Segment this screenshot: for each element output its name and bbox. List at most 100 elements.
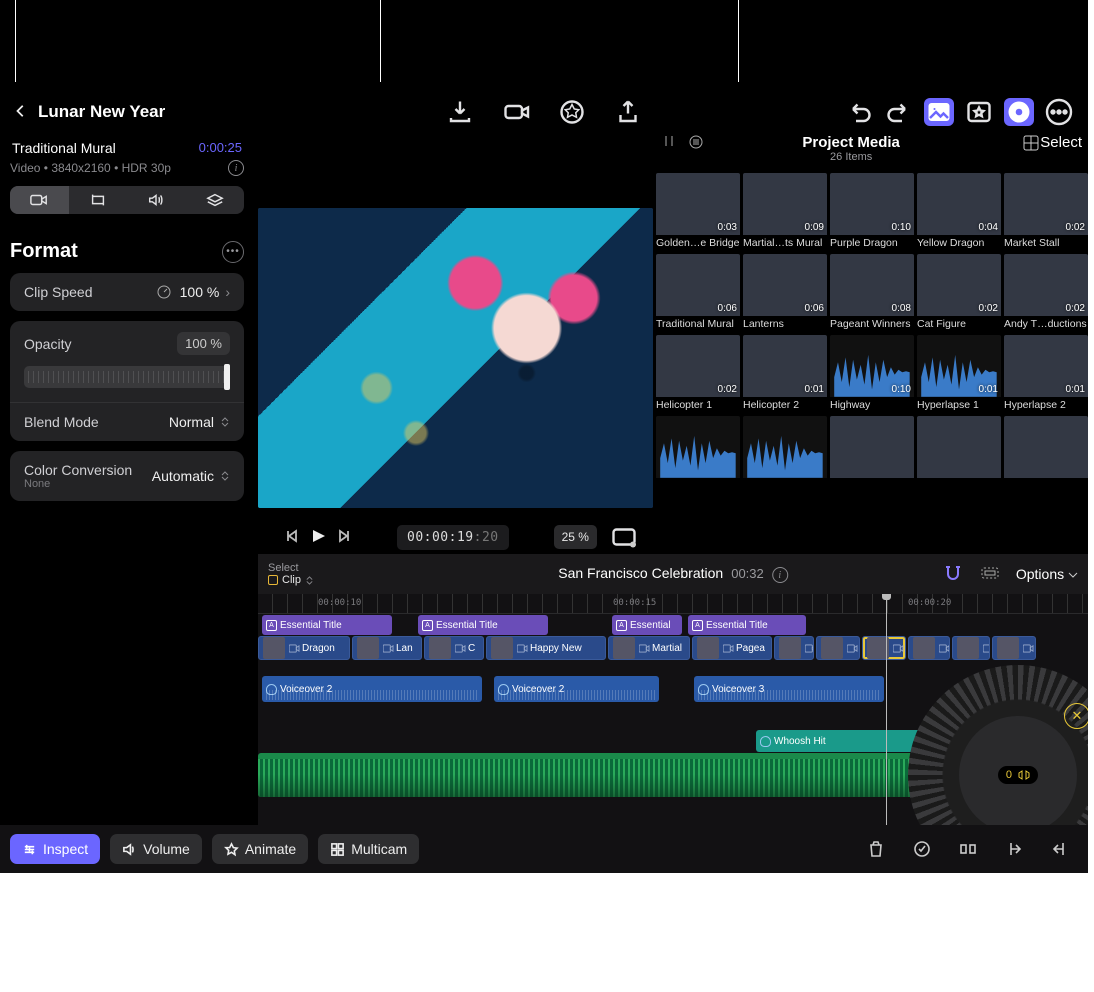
slider-thumb[interactable] bbox=[224, 364, 230, 390]
browser-toggle-icon[interactable] bbox=[924, 98, 954, 126]
clip-speed-row[interactable]: Clip Speed 100 % › bbox=[10, 273, 244, 311]
video-clip[interactable]: Lan bbox=[352, 636, 422, 660]
video-clip[interactable] bbox=[992, 636, 1036, 660]
video-clip[interactable]: Martial bbox=[608, 636, 690, 660]
color-conversion-row[interactable]: Color Conversion None Automatic bbox=[10, 451, 244, 501]
info-icon[interactable]: i bbox=[772, 567, 788, 583]
viewer-display-options-icon[interactable] bbox=[609, 523, 639, 551]
timeline-options-button[interactable]: Options bbox=[1016, 566, 1078, 582]
title-clip[interactable]: AEssential Title bbox=[688, 615, 806, 635]
blend-mode-row[interactable]: Blend Mode Normal bbox=[10, 402, 244, 441]
tab-crop-icon[interactable] bbox=[69, 186, 128, 214]
media-thumb[interactable] bbox=[917, 416, 1001, 494]
color-conversion-sub: None bbox=[24, 478, 152, 490]
video-clip[interactable] bbox=[952, 636, 990, 660]
media-thumb[interactable] bbox=[656, 416, 740, 494]
format-more-icon[interactable]: ••• bbox=[222, 241, 244, 263]
import-icon[interactable] bbox=[445, 98, 475, 126]
media-thumb[interactable]: 0:02Helicopter 1 bbox=[656, 335, 740, 413]
info-icon[interactable]: i bbox=[228, 160, 244, 176]
share-icon[interactable] bbox=[613, 98, 643, 126]
media-thumb[interactable]: 0:02Andy T…ductions bbox=[1004, 254, 1088, 332]
undo-icon[interactable] bbox=[844, 98, 874, 126]
jog-wheel[interactable]: 0 ✕ bbox=[908, 665, 1088, 825]
media-thumb[interactable] bbox=[1004, 416, 1088, 494]
timecode-display[interactable]: 00:00:19:20 bbox=[397, 525, 509, 550]
video-track[interactable]: DragonLanCHappy NewMartialPagea bbox=[258, 636, 1088, 660]
browser-select-button[interactable]: Select bbox=[1040, 134, 1082, 151]
top-toolbar: Lunar New Year bbox=[0, 94, 1088, 130]
media-thumb[interactable]: 0:01Hyperlapse 1 bbox=[917, 335, 1001, 413]
timeline-select-mode[interactable]: Clip bbox=[268, 574, 314, 586]
video-clip[interactable] bbox=[908, 636, 950, 660]
media-thumb[interactable]: 0:02Market Stall bbox=[1004, 173, 1088, 251]
opacity-value[interactable]: 100 % bbox=[177, 332, 230, 355]
inspect-tab[interactable]: Inspect bbox=[10, 834, 100, 864]
viewer-canvas[interactable] bbox=[258, 208, 653, 508]
voiceover-clip[interactable]: Voiceover 3 bbox=[694, 676, 884, 702]
video-clip[interactable] bbox=[862, 636, 906, 660]
media-thumb[interactable]: 0:02Cat Figure bbox=[917, 254, 1001, 332]
timeline-ruler[interactable]: 00:00:1000:00:1500:00:20 bbox=[258, 594, 1088, 614]
jog-value-badge: 0 bbox=[998, 766, 1038, 784]
callout-line bbox=[380, 0, 381, 82]
video-clip[interactable]: Dragon bbox=[258, 636, 350, 660]
play-button[interactable] bbox=[310, 528, 326, 547]
media-thumb[interactable]: 0:10Purple Dragon bbox=[830, 173, 914, 251]
video-clip[interactable]: C bbox=[424, 636, 484, 660]
media-thumb[interactable]: 0:01Helicopter 2 bbox=[743, 335, 827, 413]
next-frame-button[interactable] bbox=[338, 529, 352, 546]
media-thumb[interactable]: 0:09Martial…ts Mural bbox=[743, 173, 827, 251]
playhead[interactable] bbox=[886, 594, 887, 825]
jog-toggle-icon[interactable] bbox=[1004, 98, 1034, 126]
media-thumb[interactable]: 0:10Highway bbox=[830, 335, 914, 413]
snapping-icon[interactable] bbox=[980, 564, 1000, 585]
redo-icon[interactable] bbox=[884, 98, 914, 126]
trim-start-icon[interactable] bbox=[996, 839, 1032, 859]
media-thumb[interactable]: 0:01Hyperlapse 2 bbox=[1004, 335, 1088, 413]
title-clip[interactable]: AEssential Title bbox=[418, 615, 548, 635]
enable-icon[interactable] bbox=[904, 839, 940, 859]
camera-icon[interactable] bbox=[501, 98, 531, 126]
video-clip[interactable]: Pagea bbox=[692, 636, 772, 660]
opacity-slider[interactable] bbox=[24, 366, 230, 388]
tab-audio-icon[interactable] bbox=[127, 186, 186, 214]
volume-tab[interactable]: Volume bbox=[110, 834, 202, 864]
timeline-header: Select Clip San Francisco Celebration 00… bbox=[258, 554, 1088, 594]
timeline[interactable]: 00:00:1000:00:1500:00:20 AEssential Titl… bbox=[258, 594, 1088, 825]
effects-icon[interactable] bbox=[557, 98, 587, 126]
more-icon[interactable] bbox=[1044, 98, 1074, 126]
format-heading: Format bbox=[10, 240, 78, 263]
animate-tab[interactable]: Animate bbox=[212, 834, 308, 864]
tab-video-icon[interactable] bbox=[10, 186, 69, 214]
magnetic-icon[interactable] bbox=[942, 564, 964, 585]
back-button[interactable] bbox=[14, 104, 28, 121]
media-thumb[interactable]: 0:06Lanterns bbox=[743, 254, 827, 332]
delete-icon[interactable] bbox=[858, 839, 894, 859]
title-clip[interactable]: AEssential bbox=[612, 615, 682, 635]
media-thumb[interactable] bbox=[743, 416, 827, 494]
title-clip[interactable]: AEssential Title bbox=[262, 615, 392, 635]
browser-list-icon[interactable] bbox=[688, 134, 704, 153]
multicam-tab[interactable]: Multicam bbox=[318, 834, 419, 864]
video-clip[interactable]: Happy New bbox=[486, 636, 606, 660]
favorites-icon[interactable] bbox=[964, 98, 994, 126]
tab-layers-icon[interactable] bbox=[186, 186, 245, 214]
media-thumb[interactable]: 0:06Traditional Mural bbox=[656, 254, 740, 332]
video-clip[interactable] bbox=[816, 636, 860, 660]
browser-layout-icon[interactable] bbox=[1022, 134, 1040, 155]
media-thumb[interactable]: 0:08Pageant Winners bbox=[830, 254, 914, 332]
jog-close-button[interactable]: ✕ bbox=[1064, 703, 1088, 729]
browser-sidebar-icon[interactable] bbox=[662, 134, 676, 153]
media-thumb[interactable]: 0:04Yellow Dragon bbox=[917, 173, 1001, 251]
viewer-zoom[interactable]: 25 % bbox=[554, 525, 597, 549]
title-track[interactable]: AEssential Title AEssential Title AEssenti… bbox=[258, 615, 1088, 635]
media-thumb[interactable]: 0:03Golden…e Bridge bbox=[656, 173, 740, 251]
prev-frame-button[interactable] bbox=[284, 529, 298, 546]
video-clip[interactable] bbox=[774, 636, 814, 660]
media-thumb[interactable] bbox=[830, 416, 914, 494]
voiceover-clip[interactable]: Voiceover 2 bbox=[494, 676, 659, 702]
voiceover-clip[interactable]: Voiceover 2 bbox=[262, 676, 482, 702]
split-icon[interactable] bbox=[950, 839, 986, 859]
trim-end-icon[interactable] bbox=[1042, 839, 1078, 859]
